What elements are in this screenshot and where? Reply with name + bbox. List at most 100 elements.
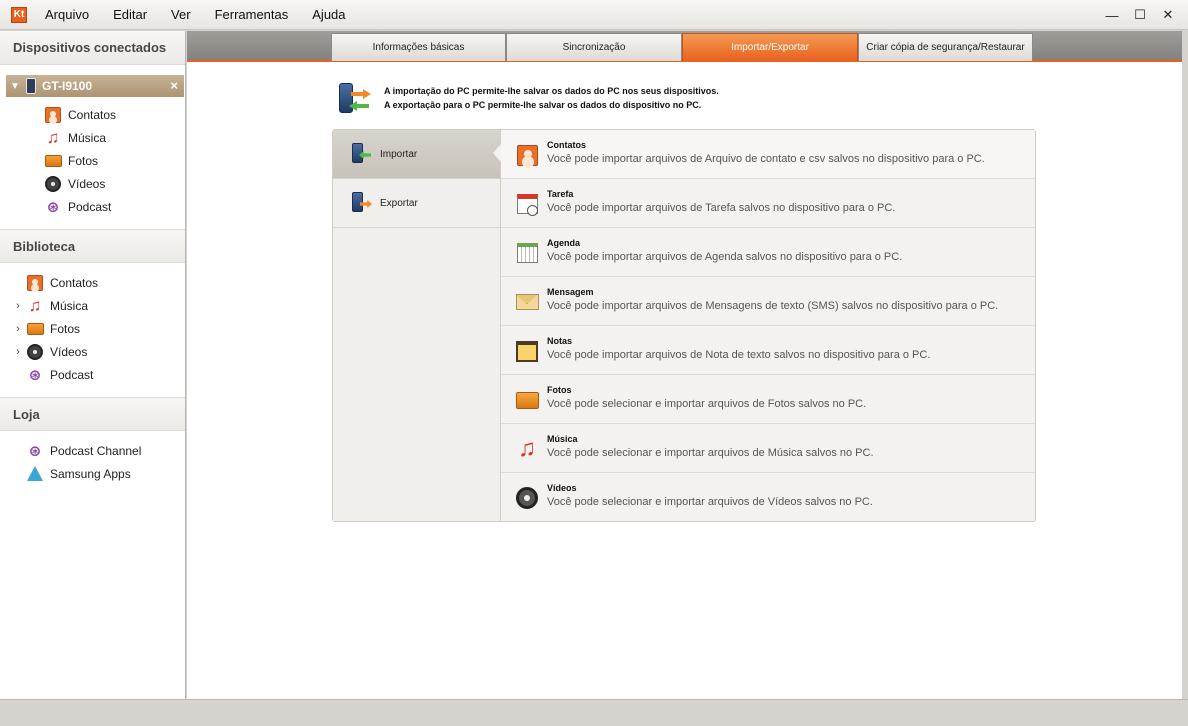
- device-item-label: Fotos: [68, 153, 99, 168]
- samsung-apps-icon: [26, 465, 44, 483]
- import-items-list: Contatos Você pode importar arquivos de …: [501, 130, 1035, 521]
- chevron-right-icon[interactable]: ›: [12, 346, 24, 358]
- item-description: Você pode selecionar e importar arquivos…: [547, 447, 874, 459]
- intro-line-import: A importação do PC permite-lhe salvar os…: [384, 86, 719, 96]
- music-icon: ♫: [518, 435, 536, 462]
- mode-label: Exportar: [380, 197, 418, 209]
- export-icon: [350, 191, 372, 215]
- tab-criar-copia-seguranca[interactable]: Criar cópia de segurança/Restaurar: [858, 33, 1033, 61]
- app-logo-icon: Kt: [11, 6, 27, 23]
- store-item-podcast-channel[interactable]: ⊛ Podcast Channel: [0, 439, 185, 462]
- store-item-label: Podcast Channel: [50, 443, 142, 458]
- selection-pointer: [493, 144, 501, 162]
- import-item-mensagem[interactable]: Mensagem Você pode importar arquivos de …: [501, 277, 1035, 326]
- tab-bar: Informações básicas Sincronização Import…: [187, 31, 1182, 62]
- menu-ajuda[interactable]: Ajuda: [300, 0, 357, 30]
- import-item-videos[interactable]: Vídeos Você pode selecionar e importar a…: [501, 473, 1035, 522]
- library-item-podcast[interactable]: ⊛ Podcast: [0, 363, 185, 386]
- menu-ver[interactable]: Ver: [159, 0, 203, 30]
- photos-icon: [26, 320, 44, 338]
- music-icon: ♫: [28, 295, 42, 315]
- item-description: Você pode importar arquivos de Tarefa sa…: [547, 202, 896, 214]
- photos-icon: [44, 152, 62, 170]
- device-gt-i9100[interactable]: ▼ GT-I9100 ×: [6, 75, 184, 97]
- item-title: Contatos: [547, 140, 586, 150]
- item-title: Vídeos: [547, 483, 577, 493]
- item-title: Mensagem: [547, 287, 594, 297]
- item-description: Você pode importar arquivos de Agenda sa…: [547, 251, 903, 263]
- import-item-notas[interactable]: Notas Você pode importar arquivos de Not…: [501, 326, 1035, 375]
- message-icon: [515, 290, 539, 314]
- library-item-musica[interactable]: › ♫ Música: [0, 294, 185, 317]
- intro-text: A importação do PC permite-lhe salvar os…: [384, 84, 719, 112]
- import-item-musica[interactable]: ♫ Música Você pode selecionar e importar…: [501, 424, 1035, 473]
- photos-icon: [515, 388, 539, 412]
- menu-editar[interactable]: Editar: [101, 0, 159, 30]
- videos-icon: [515, 486, 539, 510]
- contacts-icon: [26, 274, 44, 292]
- podcast-icon: ⊛: [28, 442, 42, 460]
- library-item-label: Música: [50, 298, 89, 313]
- item-description: Você pode importar arquivos de Arquivo d…: [547, 153, 985, 165]
- calendar-icon: [515, 241, 539, 265]
- import-item-tarefa[interactable]: Tarefa Você pode importar arquivos de Ta…: [501, 179, 1035, 228]
- menu-bar: Kt Arquivo Editar Ver Ferramentas Ajuda …: [0, 0, 1188, 30]
- chevron-right-icon[interactable]: ›: [12, 323, 24, 335]
- device-item-musica[interactable]: ♫ Música: [0, 126, 185, 149]
- library-item-fotos[interactable]: › Fotos: [0, 317, 185, 340]
- item-title: Tarefa: [547, 189, 574, 199]
- import-item-agenda[interactable]: Agenda Você pode importar arquivos de Ag…: [501, 228, 1035, 277]
- phone-icon: [26, 78, 36, 94]
- videos-icon: [26, 343, 44, 361]
- item-description: Você pode selecionar e importar arquivos…: [547, 496, 873, 508]
- videos-icon: [44, 175, 62, 193]
- item-title: Fotos: [547, 385, 572, 395]
- device-item-videos[interactable]: Vídeos: [0, 172, 185, 195]
- device-item-label: Podcast: [68, 199, 112, 214]
- tab-informacoes-basicas[interactable]: Informações básicas: [331, 33, 506, 61]
- store-item-samsung-apps[interactable]: Samsung Apps: [0, 462, 185, 485]
- tab-importar-exportar[interactable]: Importar/Exportar: [682, 33, 858, 61]
- menu-ferramentas[interactable]: Ferramentas: [203, 0, 301, 30]
- import-export-intro: A importação do PC permite-lhe salvar os…: [337, 81, 937, 121]
- mode-exportar[interactable]: Exportar: [333, 179, 500, 228]
- store-item-label: Samsung Apps: [50, 466, 131, 481]
- connected-devices-heading: Dispositivos conectados: [0, 31, 185, 65]
- device-item-contatos[interactable]: Contatos: [0, 103, 185, 126]
- music-icon: ♫: [46, 127, 60, 147]
- library-item-contatos[interactable]: Contatos: [0, 271, 185, 294]
- device-item-label: Música: [68, 130, 107, 145]
- mode-selector: Importar Exportar: [333, 130, 501, 521]
- library-item-videos[interactable]: › Vídeos: [0, 340, 185, 363]
- menu-arquivo[interactable]: Arquivo: [37, 0, 101, 30]
- device-name: GT-I9100: [42, 79, 93, 93]
- library-item-label: Vídeos: [50, 344, 88, 359]
- close-window-button[interactable]: ✕: [1154, 5, 1182, 25]
- maximize-button[interactable]: ☐: [1126, 5, 1154, 25]
- minimize-button[interactable]: —: [1098, 5, 1126, 25]
- device-item-label: Contatos: [68, 107, 117, 122]
- window-controls: — ☐ ✕: [1098, 0, 1182, 30]
- import-item-fotos[interactable]: Fotos Você pode selecionar e importar ar…: [501, 375, 1035, 424]
- chevron-right-icon[interactable]: ›: [12, 300, 24, 312]
- mode-importar[interactable]: Importar: [333, 130, 500, 179]
- item-title: Notas: [547, 336, 573, 346]
- disconnect-device-button[interactable]: ×: [170, 78, 178, 93]
- tab-sincronizacao[interactable]: Sincronização: [506, 33, 682, 61]
- device-item-label: Vídeos: [68, 176, 106, 191]
- device-item-fotos[interactable]: Fotos: [0, 149, 185, 172]
- library-item-label: Contatos: [50, 275, 99, 290]
- contacts-icon: [44, 106, 62, 124]
- status-bar: [0, 699, 1188, 726]
- import-icon: [350, 142, 372, 166]
- podcast-icon: ⊛: [46, 198, 60, 216]
- window-frame-right: [1182, 31, 1188, 699]
- library-heading: Biblioteca: [0, 229, 185, 263]
- task-icon: [515, 192, 539, 216]
- chevron-down-icon[interactable]: ▼: [8, 81, 22, 92]
- item-title: Música: [547, 434, 578, 444]
- device-item-podcast[interactable]: ⊛ Podcast: [0, 195, 185, 218]
- import-item-contatos[interactable]: Contatos Você pode importar arquivos de …: [501, 130, 1035, 179]
- library-item-label: Fotos: [50, 321, 81, 336]
- item-description: Você pode importar arquivos de Mensagens…: [547, 300, 999, 312]
